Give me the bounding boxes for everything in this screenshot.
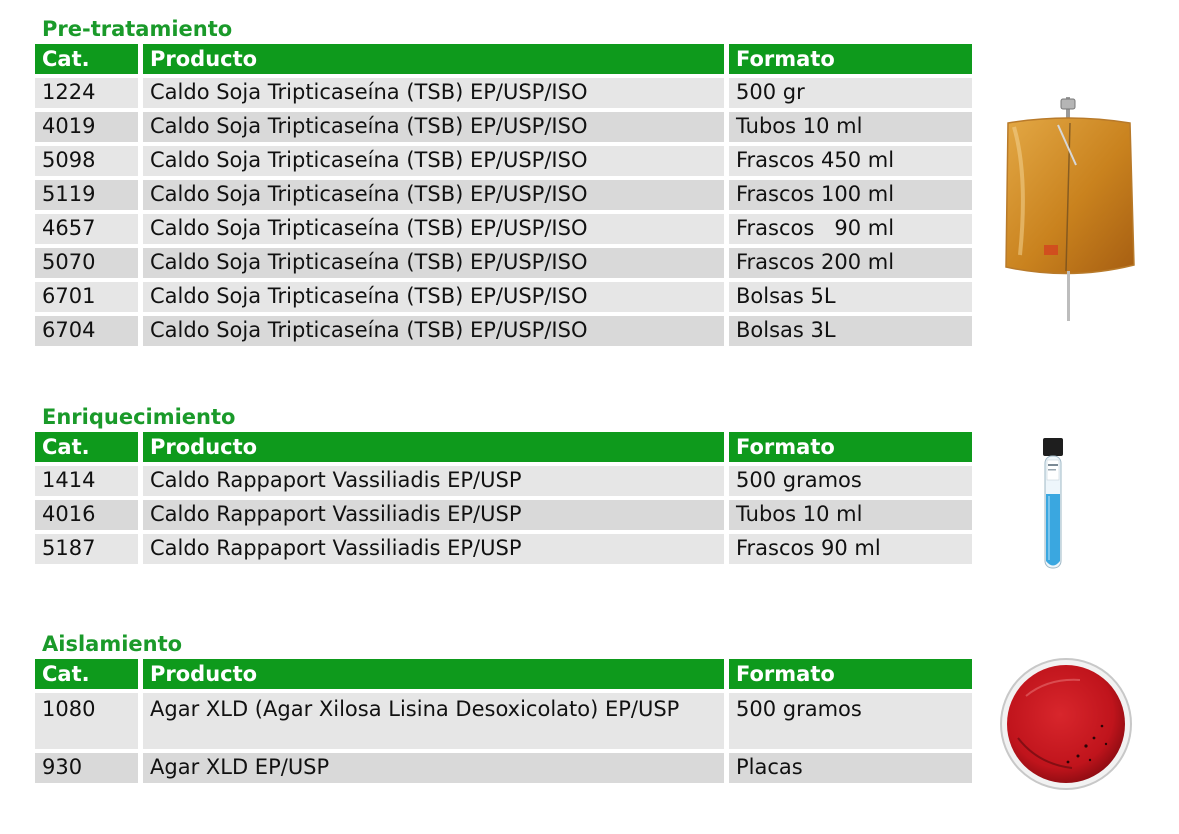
- cell-cat: 1080: [35, 693, 138, 749]
- red-agar-plate-image: [1000, 658, 1132, 790]
- cell-producto: Caldo Soja Tripticaseína (TSB) EP/USP/IS…: [143, 316, 724, 346]
- section-aislamiento: Aislamiento Cat. Producto Formato 1080 A…: [35, 629, 972, 787]
- cell-producto: Caldo Rappaport Vassiliadis EP/USP: [143, 500, 724, 530]
- cell-producto: Caldo Soja Tripticaseína (TSB) EP/USP/IS…: [143, 282, 724, 312]
- section-title: Aislamiento: [42, 632, 183, 656]
- cell-formato: Frascos 200 ml: [729, 248, 972, 278]
- cell-cat: 930: [35, 753, 138, 783]
- cell-formato: Frascos 100 ml: [729, 180, 972, 210]
- header-producto: Producto: [143, 659, 724, 689]
- cell-formato: Frascos 450 ml: [729, 146, 972, 176]
- cell-formato: Placas: [729, 753, 972, 783]
- blue-broth-tube-image: [1043, 438, 1063, 569]
- cell-formato: 500 gramos: [729, 693, 972, 749]
- cell-cat: 5098: [35, 146, 138, 176]
- table-row: 4016 Caldo Rappaport Vassiliadis EP/USP …: [35, 500, 972, 530]
- cell-cat: 5119: [35, 180, 138, 210]
- cell-producto: Caldo Soja Tripticaseína (TSB) EP/USP/IS…: [143, 180, 724, 210]
- table-row: 5098 Caldo Soja Tripticaseína (TSB) EP/U…: [35, 146, 972, 176]
- cell-formato: Bolsas 5L: [729, 282, 972, 312]
- header-cat: Cat.: [35, 432, 138, 462]
- cell-producto: Caldo Soja Tripticaseína (TSB) EP/USP/IS…: [143, 248, 724, 278]
- header-cat: Cat.: [35, 659, 138, 689]
- cell-cat: 5070: [35, 248, 138, 278]
- cell-formato: Tubos 10 ml: [729, 112, 972, 142]
- cell-cat: 1414: [35, 466, 138, 496]
- cell-formato: 500 gr: [729, 78, 972, 108]
- table-row: 4019 Caldo Soja Tripticaseína (TSB) EP/U…: [35, 112, 972, 142]
- table-row: 1080 Agar XLD (Agar Xilosa Lisina Desoxi…: [35, 693, 972, 749]
- cell-cat: 5187: [35, 534, 138, 564]
- table-row: 6701 Caldo Soja Tripticaseína (TSB) EP/U…: [35, 282, 972, 312]
- section-enriquecimiento: Enriquecimiento Cat. Producto Formato 14…: [35, 402, 972, 568]
- cell-cat: 6704: [35, 316, 138, 346]
- cell-cat: 4019: [35, 112, 138, 142]
- table-row: 930 Agar XLD EP/USP Placas: [35, 753, 972, 783]
- cell-producto: Caldo Soja Tripticaseína (TSB) EP/USP/IS…: [143, 146, 724, 176]
- header-formato: Formato: [729, 44, 972, 74]
- cell-cat: 1224: [35, 78, 138, 108]
- cell-producto: Agar XLD EP/USP: [143, 753, 724, 783]
- cell-producto: Agar XLD (Agar Xilosa Lisina Desoxicolat…: [143, 693, 724, 749]
- broth-bag-image: [1005, 97, 1135, 321]
- header-producto: Producto: [143, 432, 724, 462]
- section-pretratamiento: Pre-tratamiento Cat. Producto Formato 12…: [35, 14, 972, 350]
- header-cat: Cat.: [35, 44, 138, 74]
- table-row: 6704 Caldo Soja Tripticaseína (TSB) EP/U…: [35, 316, 972, 346]
- cell-producto: Caldo Soja Tripticaseína (TSB) EP/USP/IS…: [143, 78, 724, 108]
- cell-formato: Frascos 90 ml: [729, 214, 972, 244]
- table-row: 4657 Caldo Soja Tripticaseína (TSB) EP/U…: [35, 214, 972, 244]
- cell-formato: 500 gramos: [729, 466, 972, 496]
- header-producto: Producto: [143, 44, 724, 74]
- cell-producto: Caldo Rappaport Vassiliadis EP/USP: [143, 534, 724, 564]
- cell-producto: Caldo Rappaport Vassiliadis EP/USP: [143, 466, 724, 496]
- table-header: Cat. Producto Formato: [35, 659, 972, 689]
- cell-cat: 4016: [35, 500, 138, 530]
- table-header: Cat. Producto Formato: [35, 432, 972, 462]
- section-title: Enriquecimiento: [42, 405, 236, 429]
- header-formato: Formato: [729, 659, 972, 689]
- table-header: Cat. Producto Formato: [35, 44, 972, 74]
- table-row: 5070 Caldo Soja Tripticaseína (TSB) EP/U…: [35, 248, 972, 278]
- cell-formato: Bolsas 3L: [729, 316, 972, 346]
- table-row: 5119 Caldo Soja Tripticaseína (TSB) EP/U…: [35, 180, 972, 210]
- table-row: 1224 Caldo Soja Tripticaseína (TSB) EP/U…: [35, 78, 972, 108]
- table-row: 5187 Caldo Rappaport Vassiliadis EP/USP …: [35, 534, 972, 564]
- section-title: Pre-tratamiento: [42, 17, 233, 41]
- cell-formato: Frascos 90 ml: [729, 534, 972, 564]
- header-formato: Formato: [729, 432, 972, 462]
- cell-producto: Caldo Soja Tripticaseína (TSB) EP/USP/IS…: [143, 214, 724, 244]
- cell-formato: Tubos 10 ml: [729, 500, 972, 530]
- table-row: 1414 Caldo Rappaport Vassiliadis EP/USP …: [35, 466, 972, 496]
- cell-producto: Caldo Soja Tripticaseína (TSB) EP/USP/IS…: [143, 112, 724, 142]
- cell-cat: 6701: [35, 282, 138, 312]
- cell-cat: 4657: [35, 214, 138, 244]
